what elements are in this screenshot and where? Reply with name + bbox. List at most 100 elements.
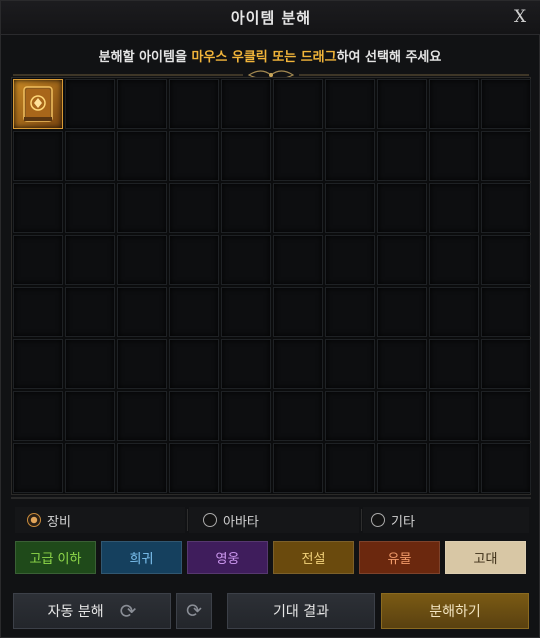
item-slot[interactable] — [65, 443, 115, 493]
item-slot[interactable] — [169, 339, 219, 389]
item-slot[interactable] — [325, 287, 375, 337]
item-slot[interactable] — [65, 79, 115, 129]
item-slot[interactable] — [273, 79, 323, 129]
item-slot[interactable] — [169, 287, 219, 337]
item-slot[interactable] — [169, 131, 219, 181]
item-slot[interactable] — [273, 391, 323, 441]
item-slot[interactable] — [13, 131, 63, 181]
item-slot[interactable] — [481, 339, 531, 389]
item-slot[interactable] — [481, 443, 531, 493]
item-slot[interactable] — [481, 131, 531, 181]
item-slot[interactable] — [377, 183, 427, 233]
item-slot[interactable] — [481, 391, 531, 441]
item-slot[interactable] — [169, 443, 219, 493]
item-slot[interactable] — [65, 391, 115, 441]
item-slot[interactable] — [221, 443, 271, 493]
grade-button[interactable]: 영웅 — [187, 541, 268, 574]
grade-button[interactable]: 고급 이하 — [15, 541, 96, 574]
item-slot[interactable] — [65, 287, 115, 337]
item-slot[interactable] — [169, 391, 219, 441]
item-slot[interactable] — [377, 391, 427, 441]
item-slot[interactable] — [325, 79, 375, 129]
item-slot[interactable] — [273, 131, 323, 181]
item-grid — [13, 79, 531, 493]
auto-disassemble-settings-button[interactable]: ⟳ — [176, 593, 212, 629]
item-slot[interactable] — [221, 391, 271, 441]
disassemble-button[interactable]: 분해하기 — [381, 593, 529, 629]
item-slot[interactable] — [117, 235, 167, 285]
item-slot[interactable] — [13, 183, 63, 233]
instruction-part2: 하여 선택해 주세요 — [336, 50, 442, 65]
grade-button[interactable]: 전설 — [273, 541, 354, 574]
grade-button[interactable]: 유물 — [359, 541, 440, 574]
item-slot[interactable] — [117, 443, 167, 493]
item-slot[interactable] — [325, 131, 375, 181]
item-slot[interactable] — [481, 287, 531, 337]
item-slot[interactable] — [325, 235, 375, 285]
item-slot[interactable] — [221, 287, 271, 337]
close-button[interactable]: X — [509, 6, 531, 28]
item-slot[interactable] — [273, 443, 323, 493]
item-slot[interactable] — [65, 235, 115, 285]
item-slot[interactable] — [429, 391, 479, 441]
item-slot[interactable] — [117, 287, 167, 337]
item-slot[interactable] — [221, 131, 271, 181]
item-slot[interactable] — [117, 391, 167, 441]
divider — [361, 509, 362, 531]
item-slot-filled[interactable] — [13, 79, 63, 129]
item-slot[interactable] — [429, 131, 479, 181]
item-slot[interactable] — [13, 443, 63, 493]
item-slot[interactable] — [429, 183, 479, 233]
item-slot[interactable] — [377, 443, 427, 493]
item-slot[interactable] — [481, 183, 531, 233]
grade-button[interactable]: 고대 — [445, 541, 526, 574]
item-slot[interactable] — [377, 235, 427, 285]
item-slot[interactable] — [221, 235, 271, 285]
item-slot[interactable] — [117, 339, 167, 389]
item-slot[interactable] — [169, 79, 219, 129]
item-slot[interactable] — [377, 339, 427, 389]
item-slot[interactable] — [273, 235, 323, 285]
category-option-equipment[interactable]: 장비 — [15, 507, 185, 533]
item-slot[interactable] — [65, 131, 115, 181]
item-slot[interactable] — [13, 391, 63, 441]
item-slot[interactable] — [481, 235, 531, 285]
item-slot[interactable] — [273, 287, 323, 337]
item-slot[interactable] — [325, 391, 375, 441]
grade-button[interactable]: 희귀 — [101, 541, 182, 574]
item-slot[interactable] — [221, 79, 271, 129]
item-slot[interactable] — [221, 183, 271, 233]
instruction-part1: 분해할 아이템을 — [98, 50, 192, 65]
item-slot[interactable] — [325, 339, 375, 389]
item-slot[interactable] — [429, 287, 479, 337]
item-slot[interactable] — [377, 287, 427, 337]
item-slot[interactable] — [65, 339, 115, 389]
item-slot[interactable] — [221, 339, 271, 389]
item-slot[interactable] — [429, 79, 479, 129]
item-slot[interactable] — [377, 79, 427, 129]
item-slot[interactable] — [325, 443, 375, 493]
category-label: 기타 — [391, 514, 415, 530]
item-slot[interactable] — [377, 131, 427, 181]
item-slot[interactable] — [117, 183, 167, 233]
category-option-avatar[interactable]: 아바타 — [189, 507, 359, 533]
category-option-etc[interactable]: 기타 — [363, 507, 529, 533]
item-slot[interactable] — [13, 339, 63, 389]
item-slot[interactable] — [117, 79, 167, 129]
item-slot[interactable] — [117, 131, 167, 181]
item-slot[interactable] — [169, 183, 219, 233]
item-slot[interactable] — [429, 339, 479, 389]
item-slot[interactable] — [169, 235, 219, 285]
auto-disassemble-button[interactable]: 자동 분해 ⟳ — [13, 593, 171, 629]
item-slot[interactable] — [325, 183, 375, 233]
expected-result-button[interactable]: 기대 결과 — [227, 593, 375, 629]
disassemble-label: 분해하기 — [429, 604, 481, 620]
item-slot[interactable] — [273, 183, 323, 233]
item-slot[interactable] — [13, 235, 63, 285]
item-slot[interactable] — [273, 339, 323, 389]
item-slot[interactable] — [429, 235, 479, 285]
item-slot[interactable] — [13, 287, 63, 337]
item-slot[interactable] — [65, 183, 115, 233]
item-slot[interactable] — [429, 443, 479, 493]
item-slot[interactable] — [481, 79, 531, 129]
